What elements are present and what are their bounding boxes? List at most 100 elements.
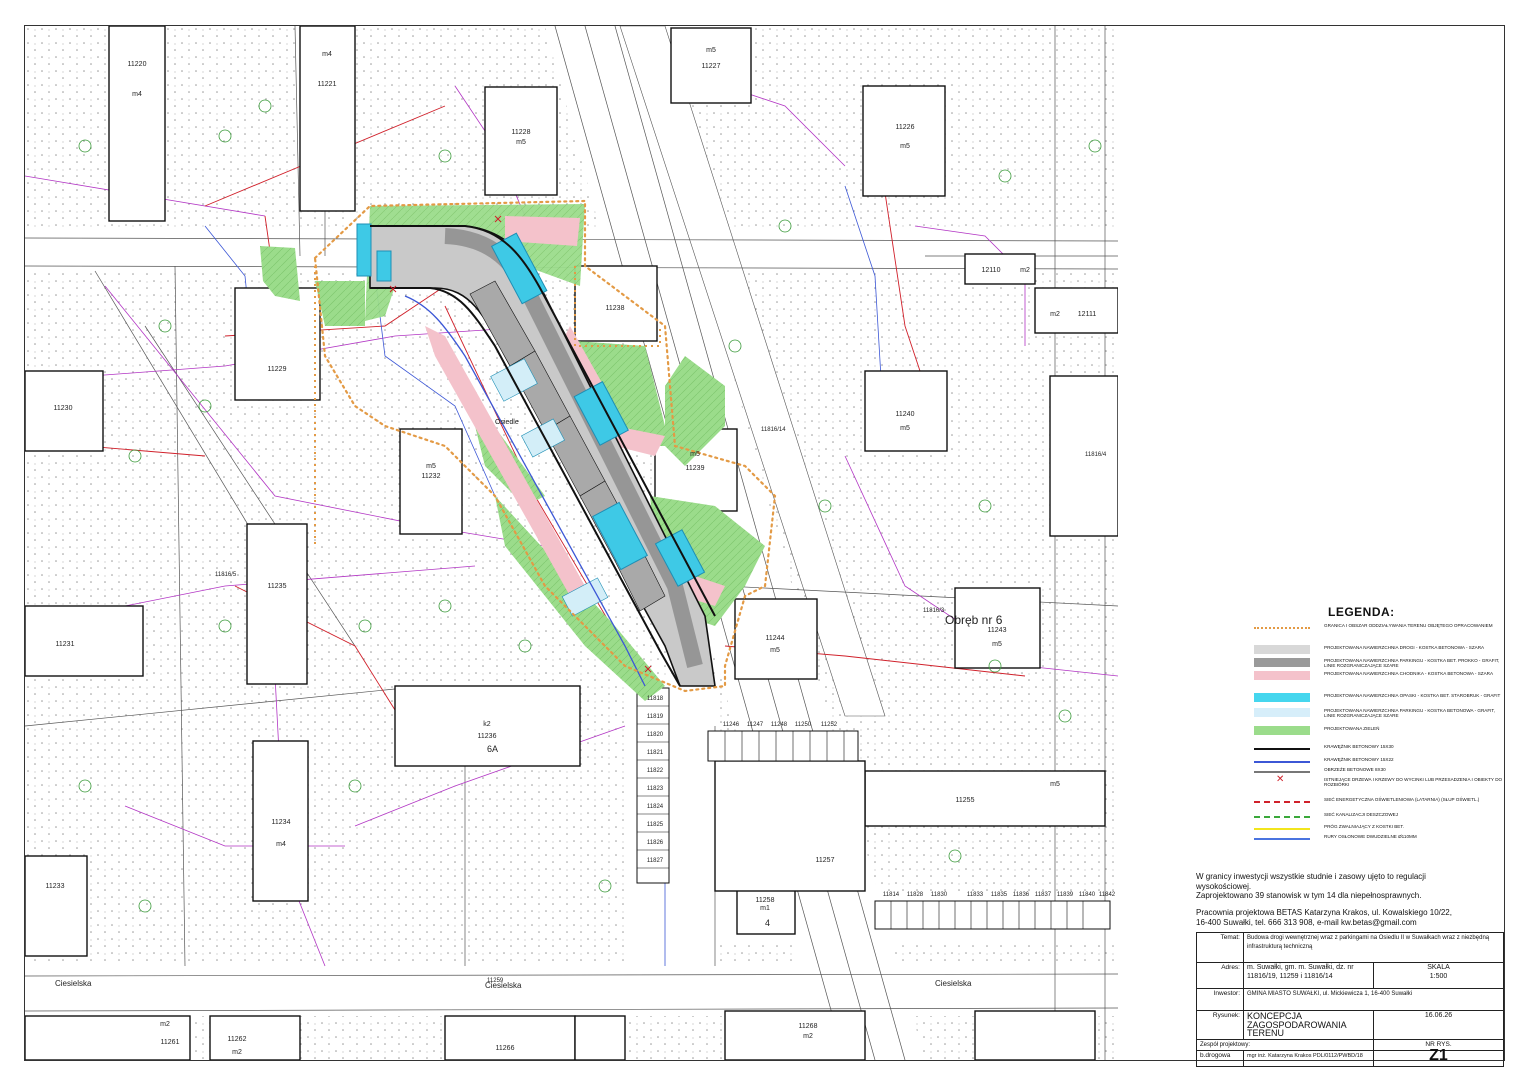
legend-label: SIEĆ KANALIZACJI DESZCZOWEJ bbox=[1324, 812, 1399, 817]
legend-label: SIEĆ ENERGETYCZNA OŚWIETLENIOWA (latarni… bbox=[1324, 797, 1480, 802]
parcel-11239-cls: m5 bbox=[690, 451, 700, 458]
garage-label: 11835 bbox=[991, 892, 1008, 898]
zespol-label: Zespół projektowy: bbox=[1196, 1038, 1374, 1051]
legend-solid-line bbox=[1254, 838, 1310, 840]
street-label-3: Ciesielska bbox=[935, 979, 972, 988]
garage-label: 11818 bbox=[647, 696, 664, 702]
legend-label: PROJEKTOWANA NAWIERZCHNIA OPASKI - KOSTK… bbox=[1324, 693, 1501, 698]
legend-label: OBRZEŻE BETONOWE 8X30 bbox=[1324, 767, 1386, 772]
legend-solid-line bbox=[1254, 761, 1310, 763]
legend-item: SIEĆ KANALIZACJI DESZCZOWEJ bbox=[1250, 812, 1505, 824]
garage-label: 11821 bbox=[647, 750, 664, 756]
parcel-11240: 11240 bbox=[896, 411, 915, 418]
site-plan-map: 11220 m4 11221 m4 11227 m5 11228 m5 1122… bbox=[25, 26, 1118, 1060]
street-label-1: Ciesielska bbox=[55, 979, 92, 988]
legend-label: GRANICA I OBSZAR ODDZIAŁYWANIA TERENU OB… bbox=[1324, 623, 1493, 628]
parcel-11816-14: 11816/14 bbox=[761, 427, 786, 433]
temat-value: Budowa drogi wewnętrznej wraz z parkinga… bbox=[1243, 932, 1504, 963]
parcel-12111-cls: m2 bbox=[1050, 311, 1060, 318]
parcel-11220-cls: m4 bbox=[132, 91, 142, 98]
parcel-11229: 11229 bbox=[268, 366, 287, 373]
parcel-11227-cls: m5 bbox=[706, 47, 716, 54]
skala-key: SKALA bbox=[1427, 964, 1450, 971]
garage-label: 11825 bbox=[647, 822, 664, 828]
adres-key: Adres: bbox=[1196, 962, 1244, 989]
legend-dashed-line bbox=[1254, 801, 1310, 803]
parcel-11258-cls: m1 bbox=[760, 905, 770, 912]
garage-label: 11833 bbox=[967, 892, 984, 898]
drawing-date: 16.06.26 bbox=[1373, 1010, 1504, 1040]
legend-item: SIEĆ ENERGETYCZNA OŚWIETLENIOWA (latarni… bbox=[1250, 797, 1505, 809]
obreb-label: Obręb nr 6 bbox=[945, 613, 1003, 627]
legend-solid-line bbox=[1254, 771, 1310, 773]
legend-item: PROJEKTOWANA ZIELEŃ bbox=[1250, 726, 1505, 738]
author: mgr inż. Katarzyna Krakos PDL/0112/PWBD/… bbox=[1243, 1050, 1374, 1067]
rysunek-value: KONCEPCJA ZAGOSPODAROWANIA TERENU bbox=[1243, 1010, 1374, 1040]
garage-label: 11842 bbox=[1099, 892, 1116, 898]
parcel-11235: 11235 bbox=[268, 583, 287, 590]
legend-item: PROJEKTOWANA NAWIERZCHNIA PARKINGU - KOS… bbox=[1250, 658, 1505, 670]
garage-label: 11819 bbox=[647, 714, 664, 720]
parcel-11816-3: 11816/3 bbox=[923, 608, 945, 614]
parcel-12111: 12111 bbox=[1078, 311, 1097, 318]
parcel-11261: 11261 bbox=[161, 1039, 180, 1046]
parcel-11244-cls: m5 bbox=[770, 647, 780, 654]
legend-item: PROJEKTOWANA NAWIERZCHNIA DROGI - KOSTKA… bbox=[1250, 645, 1505, 657]
parcel-11228-cls: m5 bbox=[516, 139, 526, 146]
garage-label: 11830 bbox=[931, 892, 948, 898]
parcel-11268-cls: m2 bbox=[803, 1033, 813, 1040]
skala-value: 1:500 bbox=[1429, 972, 1448, 980]
legend-swatch bbox=[1254, 658, 1310, 667]
garage-label: 11250 bbox=[795, 722, 812, 728]
legend-label: PROJEKTOWANA NAWIERZCHNIA DROGI - KOSTKA… bbox=[1324, 645, 1485, 650]
legend-label: KRAWĘŻNIK BETONOWY 15X30 bbox=[1324, 744, 1394, 749]
title-table: Temat: Budowa drogi wewnętrznej wraz z p… bbox=[1196, 932, 1504, 1067]
parcel-11234-cls: m4 bbox=[276, 841, 286, 848]
parcel-11244: 11244 bbox=[766, 635, 785, 642]
office-line-2: 16-400 Suwałki, tel. 666 313 908, e-mail… bbox=[1196, 918, 1417, 927]
legend-swatch bbox=[1254, 708, 1310, 717]
parcel-11234: 11234 bbox=[272, 819, 291, 826]
parcel-11228: 11228 bbox=[512, 129, 531, 136]
legend-dotted-line bbox=[1254, 627, 1310, 629]
parcel-11258: 11258 bbox=[756, 897, 775, 904]
legend-swatch bbox=[1254, 693, 1310, 702]
garage-label: 11823 bbox=[647, 786, 664, 792]
branza: b.drogowa bbox=[1196, 1050, 1244, 1067]
legend-swatch bbox=[1254, 671, 1310, 680]
legend-label: PROJEKTOWANA NAWIERZCHNIA PARKINGU - KOS… bbox=[1324, 658, 1500, 669]
parcel-11240-cls: m5 bbox=[900, 425, 910, 432]
temat-key: Temat: bbox=[1196, 932, 1244, 963]
parcel-11238: 11238 bbox=[606, 305, 625, 312]
parcel-11243-cls: m5 bbox=[992, 641, 1002, 648]
parcel-11221: 11221 bbox=[318, 81, 337, 88]
garage-label: 11814 bbox=[883, 892, 900, 898]
garage-label: 11822 bbox=[647, 768, 664, 774]
garage-label: 11252 bbox=[821, 722, 838, 728]
parcel-11268: 11268 bbox=[799, 1023, 818, 1030]
legend-solid-line bbox=[1254, 748, 1310, 750]
legend-label: PROJEKTOWANA ZIELEŃ bbox=[1324, 726, 1380, 731]
parcel-11230: 11230 bbox=[54, 405, 73, 412]
parcel-11236: 11236 bbox=[478, 733, 497, 740]
osiedle-label: Osiedle bbox=[495, 419, 519, 426]
legend-dashed-line bbox=[1254, 816, 1310, 818]
house-6a: 6A bbox=[487, 744, 498, 754]
parcel-11236-cls: k2 bbox=[483, 721, 491, 728]
parcel-11816-4: 11816/4 bbox=[1085, 452, 1107, 458]
legend-swatch bbox=[1254, 645, 1310, 654]
parcel-11220: 11220 bbox=[128, 61, 147, 68]
garage-label: 11836 bbox=[1013, 892, 1030, 898]
rysunek-key: Rysunek: bbox=[1196, 1010, 1244, 1040]
garage-label: 11248 bbox=[771, 722, 788, 728]
garage-label: 11820 bbox=[647, 732, 664, 738]
parcel-11231: 11231 bbox=[56, 641, 75, 648]
legend-item: GRANICA I OBSZAR ODDZIAŁYWANIA TERENU OB… bbox=[1250, 623, 1505, 635]
parcel-11226-cls: m5 bbox=[900, 143, 910, 150]
legend-item: RURY OSŁONOWE DWUDZIELNE Ø110mm bbox=[1250, 834, 1505, 846]
garage-label: 11839 bbox=[1057, 892, 1074, 898]
legend-label: PROJEKTOWANA NAWIERZCHNIA CHODNIKA - KOS… bbox=[1324, 671, 1494, 676]
note-line-1: W granicy inwestycji wszystkie studnie i… bbox=[1196, 872, 1426, 881]
legend-item: ✕ ISTNIEJĄCE DRZEWA I KRZEWY DO WYCINKI L… bbox=[1276, 774, 1503, 788]
legend-label: KRAWĘŻNIK BETONOWY 15X22 bbox=[1324, 757, 1394, 762]
